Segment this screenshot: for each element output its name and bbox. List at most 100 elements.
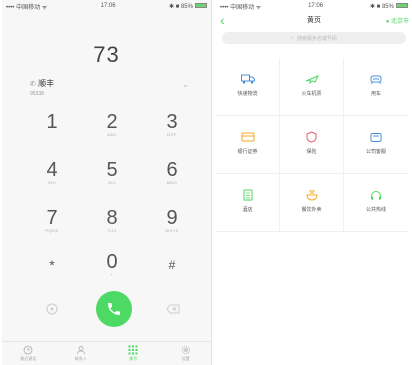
key-9[interactable]: 9 WXYZ bbox=[152, 208, 192, 233]
bank-card-icon bbox=[241, 131, 255, 143]
category-car[interactable]: 用车 bbox=[344, 58, 408, 116]
category-label: 公共热线 bbox=[365, 207, 386, 213]
add-contact-button[interactable] bbox=[45, 303, 59, 315]
key-digit: 6 bbox=[166, 159, 178, 181]
key-letters: TUV bbox=[107, 228, 117, 233]
key-digit: * bbox=[49, 257, 55, 273]
tab-keypad[interactable]: 拨号 bbox=[113, 345, 153, 362]
city-selector[interactable]: ● 北京市 bbox=[386, 16, 409, 25]
backspace-button[interactable] bbox=[166, 303, 180, 315]
category-train-flight[interactable]: 火车机票 bbox=[280, 58, 344, 116]
headset-icon bbox=[369, 189, 383, 201]
key-4[interactable]: 4 GHI bbox=[32, 160, 72, 185]
tab-label: 联系人 bbox=[74, 356, 87, 361]
tab-recents[interactable]: 最近通话 bbox=[8, 345, 48, 362]
key-digit: 8 bbox=[106, 207, 118, 229]
key-digit: 1 bbox=[46, 111, 58, 133]
key-3[interactable]: 3 DEF bbox=[152, 112, 192, 137]
tab-contacts[interactable]: 联系人 bbox=[61, 345, 101, 362]
contact-suggestion[interactable]: ✆ 顺丰 95338 ⌄ bbox=[30, 78, 189, 97]
tab-label: 拨号 bbox=[129, 356, 138, 361]
hotel-icon bbox=[241, 189, 255, 201]
category-bank[interactable]: 银行证券 bbox=[216, 116, 280, 174]
key-letters: JKL bbox=[107, 180, 117, 185]
search-placeholder: 搜索服务名或号码 bbox=[296, 35, 337, 42]
contacts-icon bbox=[76, 346, 85, 355]
tab-settings[interactable]: 设置 bbox=[166, 345, 206, 362]
expand-arrow-icon[interactable]: ⌄ bbox=[182, 80, 189, 89]
category-hotel[interactable]: 酒店 bbox=[216, 174, 280, 232]
category-label: 火车机票 bbox=[301, 91, 322, 97]
key-star[interactable]: * bbox=[32, 255, 72, 275]
key-0[interactable]: 0 + bbox=[92, 252, 132, 277]
battery-icon bbox=[395, 3, 408, 9]
key-5[interactable]: 5 JKL bbox=[92, 160, 132, 185]
battery-label: ✱ ■ 85% bbox=[168, 3, 193, 10]
key-letters: ABC bbox=[107, 132, 117, 137]
clock-label: 17:06 bbox=[308, 3, 324, 9]
nav-bar: ‹ 黄页 ● 北京市 bbox=[216, 12, 412, 28]
contact-number: 95338 bbox=[30, 91, 44, 97]
key-digit: # bbox=[168, 258, 176, 272]
gear-icon bbox=[181, 346, 190, 354]
key-hash[interactable]: # bbox=[152, 255, 192, 275]
category-label: 公司客服 bbox=[365, 149, 386, 155]
category-label: 银行证券 bbox=[237, 149, 258, 155]
key-letters: DEF bbox=[167, 132, 177, 137]
clock-icon bbox=[23, 345, 33, 355]
battery-indicator: ✱ ■ 85% bbox=[169, 3, 207, 10]
key-8[interactable]: 8 TUV bbox=[92, 208, 132, 233]
tab-label: 设置 bbox=[181, 356, 190, 361]
phone-small-icon: ✆ bbox=[30, 81, 36, 88]
category-delivery[interactable]: 快递物流 bbox=[216, 58, 280, 116]
call-button[interactable] bbox=[96, 291, 132, 327]
key-digit: 4 bbox=[46, 159, 58, 181]
status-bar: •••• 中国移动 ᯤ 17:06 ✱ ■ 85% bbox=[216, 0, 412, 12]
food-icon bbox=[305, 189, 319, 201]
key-7[interactable]: 7 PQRS bbox=[32, 208, 72, 233]
contact-name: ✆ 顺丰 bbox=[30, 78, 54, 89]
category-label: 用车 bbox=[370, 91, 381, 97]
plane-icon bbox=[305, 73, 319, 85]
battery-indicator: ✱ ■ 85% bbox=[370, 3, 408, 10]
phone-icon bbox=[108, 303, 120, 315]
category-insurance[interactable]: 保险 bbox=[280, 116, 344, 174]
category-label: 酒店 bbox=[242, 207, 253, 213]
key-letters: GHI bbox=[47, 180, 57, 185]
status-bar: •••• 中国移动 ᯤ 17:06 ✱ ■ 85% bbox=[2, 0, 211, 12]
key-letters: + bbox=[110, 272, 114, 277]
key-digit: 3 bbox=[166, 111, 178, 133]
key-letters: PQRS bbox=[45, 228, 59, 233]
add-contact-icon bbox=[46, 303, 58, 315]
category-customer-service[interactable]: 公司客服 bbox=[344, 116, 408, 174]
back-arrow-icon[interactable]: ‹ bbox=[220, 13, 225, 27]
category-public-hotline[interactable]: 公共热线 bbox=[344, 174, 408, 232]
service-icon bbox=[369, 131, 383, 143]
contact-name-text: 顺丰 bbox=[38, 79, 55, 88]
car-icon bbox=[369, 73, 383, 85]
category-label: 餐饮外卖 bbox=[301, 207, 322, 213]
dialer-screen: •••• 中国移动 ᯤ 17:06 ✱ ■ 85% 73 ✆ 顺丰 95338 … bbox=[2, 0, 212, 365]
key-digit: 9 bbox=[166, 207, 178, 229]
category-food[interactable]: 餐饮外卖 bbox=[280, 174, 344, 232]
screenshot-frame: •••• 中国移动 ᯤ 17:06 ✱ ■ 85% 73 ✆ 顺丰 95338 … bbox=[0, 0, 412, 365]
key-digit: 5 bbox=[106, 159, 118, 181]
key-2[interactable]: 2 ABC bbox=[92, 112, 132, 137]
backspace-icon bbox=[166, 304, 180, 314]
battery-icon bbox=[194, 3, 207, 9]
key-digit: 2 bbox=[106, 111, 118, 133]
carrier-label: •••• 中国移动 ᯤ bbox=[220, 4, 262, 11]
carrier-label: •••• 中国移动 ᯤ bbox=[6, 4, 48, 11]
key-6[interactable]: 6 MNO bbox=[152, 160, 192, 185]
key-digit: 7 bbox=[46, 207, 58, 229]
key-1[interactable]: 1 bbox=[32, 112, 72, 137]
battery-label: ✱ ■ 85% bbox=[369, 3, 394, 10]
page-title: 黄页 bbox=[307, 17, 321, 24]
delivery-truck-icon bbox=[240, 73, 255, 85]
category-label: 快递物流 bbox=[237, 91, 258, 97]
clock-label: 17:06 bbox=[100, 3, 116, 9]
search-icon: ⌕ bbox=[291, 35, 294, 41]
tab-label: 最近通话 bbox=[20, 356, 37, 361]
search-input[interactable]: ⌕ 搜索服务名或号码 bbox=[222, 32, 406, 44]
dialed-number-display: 73 bbox=[93, 42, 120, 67]
